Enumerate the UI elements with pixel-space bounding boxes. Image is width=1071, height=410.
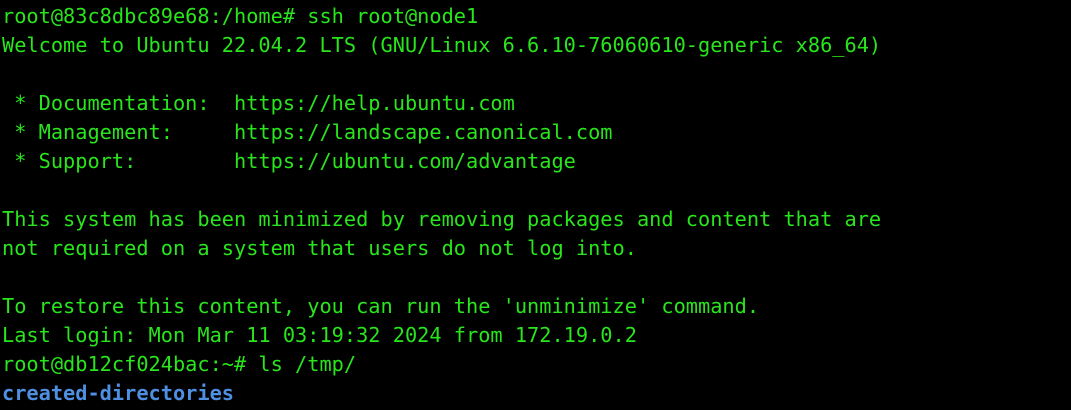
terminal-line-management: * Management: https://landscape.canonica… [2,120,613,144]
terminal-line-prompt-ssh: root@83c8dbc89e68:/home# ssh root@node1 [2,4,479,28]
terminal-line-last-login: Last login: Mon Mar 11 03:19:32 2024 fro… [2,323,637,347]
terminal-line-welcome: Welcome to Ubuntu 22.04.2 LTS (GNU/Linux… [2,33,882,57]
terminal-line-minimized-notice-cont: not required on a system that users do n… [2,236,637,260]
terminal-line-support: * Support: https://ubuntu.com/advantage [2,149,576,173]
terminal-line-documentation: * Documentation: https://help.ubuntu.com [2,91,515,115]
terminal-line-minimized-notice: This system has been minimized by removi… [2,207,882,231]
terminal-window[interactable]: root@83c8dbc89e68:/home# ssh root@node1 … [0,0,1071,410]
ls-output-directory[interactable]: created-directories [2,379,1071,408]
terminal-line-prompt-ls: root@db12cf024bac:~# ls /tmp/ [2,352,357,376]
terminal-line-unminimize-hint: To restore this content, you can run the… [2,294,760,318]
